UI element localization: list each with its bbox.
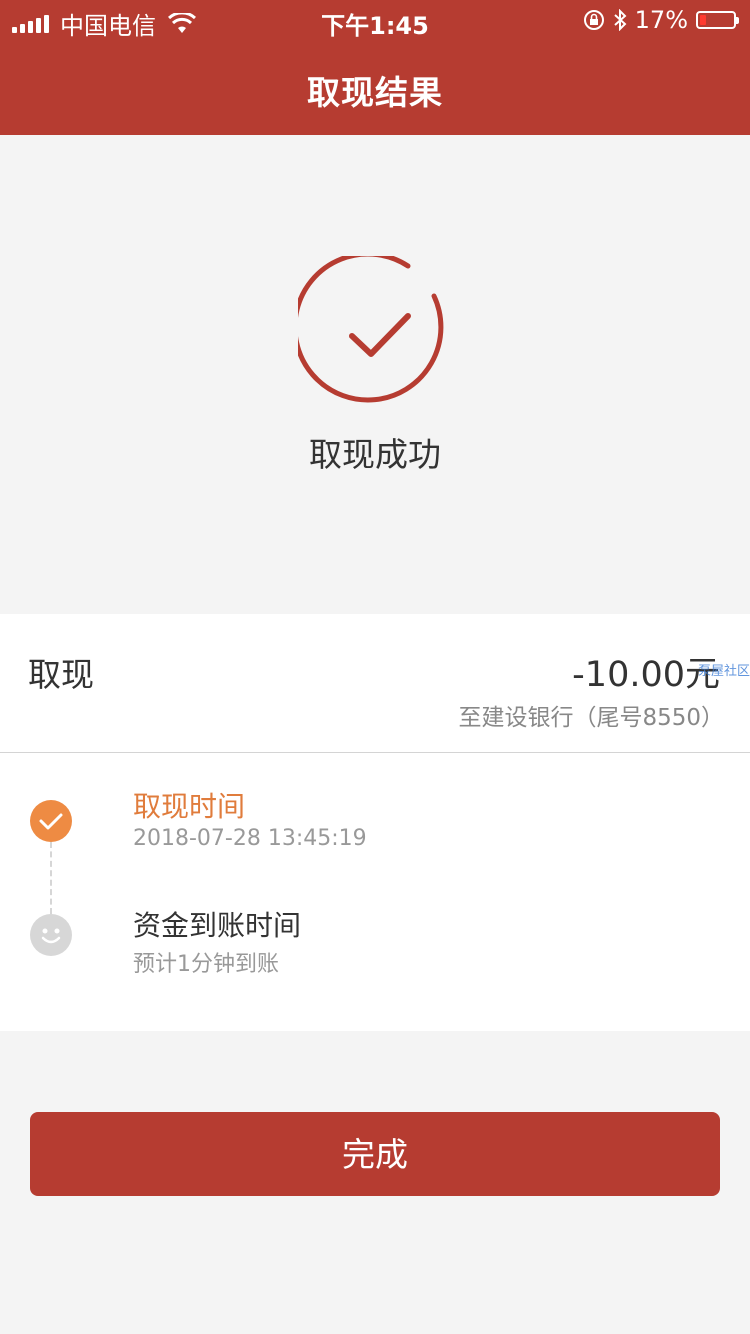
timeline-card	[0, 753, 750, 1031]
check-icon	[30, 800, 72, 842]
timeline-item-title: 取现时间	[133, 790, 246, 823]
result-status-text: 取现成功	[309, 435, 441, 474]
transaction-label: 取现	[28, 655, 94, 694]
timeline-connector	[50, 842, 52, 914]
watermark: 泵屋社区	[697, 664, 750, 679]
timeline-item-title: 资金到账时间	[133, 909, 302, 942]
page-title: 取现结果	[307, 73, 443, 112]
transaction-card: 取现 -10.00元 泵屋社区 至建设银行（尾号8550）	[0, 614, 750, 753]
transaction-destination: 至建设银行（尾号8550）	[458, 705, 724, 731]
header: 中国电信 下午1:45 17% 取现结果	[0, 0, 750, 135]
battery-icon	[696, 11, 739, 29]
battery-percent: 17%	[634, 6, 688, 34]
bluetooth-icon	[613, 9, 627, 31]
status-right: 17%	[583, 6, 739, 34]
done-button[interactable]: 完成	[30, 1112, 720, 1196]
timeline-item-detail: 预计1分钟到账	[133, 952, 279, 977]
success-check-icon	[298, 256, 444, 403]
timeline-item-detail: 2018-07-28 13:45:19	[133, 826, 367, 851]
orientation-lock-icon	[583, 10, 604, 30]
status-bar: 中国电信 下午1:45 17%	[0, 0, 750, 40]
smiley-icon	[30, 914, 72, 956]
